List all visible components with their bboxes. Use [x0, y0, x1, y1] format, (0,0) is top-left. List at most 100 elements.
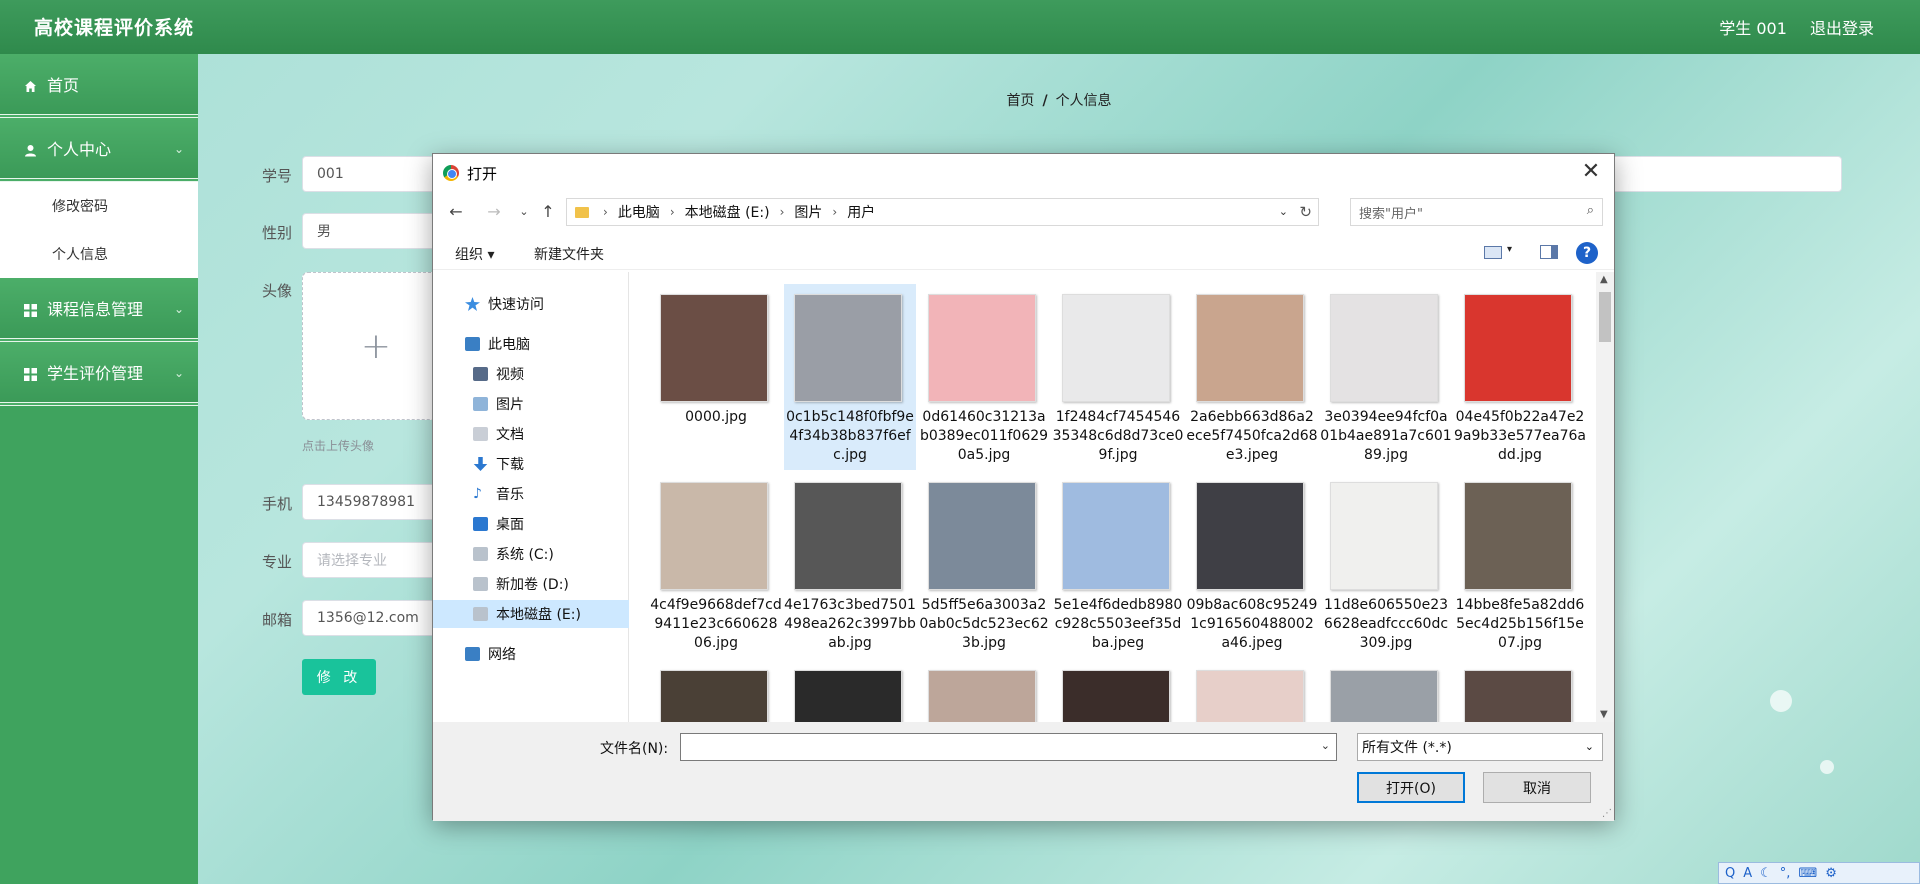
- chevron-down-icon[interactable]: ▾: [1507, 244, 1512, 255]
- file-item[interactable]: 5e1e4f6dedb8980c928c5503eef35dba.jpeg: [1052, 472, 1184, 658]
- recent-dropdown-icon[interactable]: ⌄: [513, 205, 535, 218]
- file-type-select[interactable]: 所有文件 (*.*) ⌄: [1357, 733, 1603, 761]
- nav-videos[interactable]: 视频: [433, 360, 629, 388]
- nav-label: 文档: [496, 427, 524, 443]
- file-grid: 0000.jpg 0c1b5c148f0fbf9e4f34b38b837f6efc…: [631, 272, 1598, 722]
- nav-quick-access[interactable]: 快速访问: [433, 290, 629, 318]
- nav-pictures[interactable]: 图片: [433, 390, 629, 418]
- file-item[interactable]: 4c4f9e9668def7cd9411e23c66062806.jpg: [650, 472, 782, 658]
- search-placeholder: 搜索"用户": [1359, 206, 1423, 222]
- keyboard-icon[interactable]: ⌨: [1798, 866, 1817, 881]
- file-name: 0c1b5c148f0fbf9e4f34b38b837f6efc.jpg: [786, 409, 914, 463]
- nav-drive-c[interactable]: 系统 (C:): [433, 540, 629, 568]
- file-item[interactable]: [784, 660, 916, 722]
- sidebar-item-home[interactable]: 首页: [0, 54, 198, 118]
- file-name-input[interactable]: ⌄: [680, 733, 1337, 761]
- file-item[interactable]: [918, 660, 1050, 722]
- grid-icon: [24, 366, 37, 381]
- chevron-down-icon[interactable]: ⌄: [1279, 205, 1288, 218]
- sidebar-item-course-management[interactable]: 课程信息管理 ⌄: [0, 278, 198, 342]
- logout-link[interactable]: 退出登录: [1810, 19, 1874, 38]
- file-item[interactable]: [1454, 660, 1586, 722]
- file-item[interactable]: 09b8ac608c952491c916560488002a46.jpeg: [1186, 472, 1318, 658]
- sidebar-item-change-password[interactable]: 修改密码: [0, 182, 198, 230]
- resize-grip-icon[interactable]: ⋰: [1602, 808, 1612, 819]
- file-item[interactable]: 1f2484cf745454635348c6d8d73ce09f.jpg: [1052, 284, 1184, 470]
- search-input[interactable]: 搜索"用户" ⌕: [1350, 198, 1603, 226]
- file-item[interactable]: 0d61460c31213ab0389ec011f06290a5.jpg: [918, 284, 1050, 470]
- settings-icon[interactable]: ⚙: [1825, 866, 1837, 881]
- file-name: 3e0394ee94fcf0a01b4ae891a7c60189.jpg: [1320, 409, 1452, 463]
- nav-label: 图片: [496, 397, 524, 413]
- nav-music[interactable]: ♪ 音乐: [433, 480, 629, 508]
- file-item[interactable]: [1186, 660, 1318, 722]
- sidebar-item-label: 首页: [47, 76, 80, 95]
- refresh-icon[interactable]: ↻: [1299, 203, 1312, 221]
- cancel-button[interactable]: 取消: [1483, 772, 1591, 803]
- path-segment[interactable]: 本地磁盘 (E:): [685, 202, 770, 222]
- image-thumbnail: [1464, 670, 1572, 722]
- image-thumbnail: [1464, 482, 1572, 590]
- vertical-scrollbar[interactable]: ▲ ▼: [1596, 272, 1614, 722]
- nav-drive-e[interactable]: 本地磁盘 (E:): [433, 600, 629, 628]
- address-bar[interactable]: › 此电脑 › 本地磁盘 (E:) › 图片 › 用户 ⌄ ↻: [566, 198, 1319, 226]
- help-icon[interactable]: ?: [1576, 242, 1598, 264]
- avatar-uploader[interactable]: +: [302, 272, 450, 420]
- organize-button[interactable]: 组织 ▾: [455, 244, 494, 264]
- close-icon[interactable]: ✕: [1578, 160, 1604, 186]
- file-item[interactable]: 4e1763c3bed7501498ea262c3997bbab.jpg: [784, 472, 916, 658]
- file-item[interactable]: 11d8e606550e236628eadfccc60dc309.jpg: [1320, 472, 1452, 658]
- view-icon[interactable]: [1484, 246, 1502, 259]
- file-name: 0000.jpg: [685, 409, 747, 425]
- file-item[interactable]: 2a6ebb663d86a2ece5f7450fca2d68e3.jpeg: [1186, 284, 1318, 470]
- scroll-up-icon[interactable]: ▲: [1600, 274, 1608, 285]
- file-item[interactable]: [650, 660, 782, 722]
- submit-button[interactable]: 修 改: [302, 659, 376, 695]
- nav-downloads[interactable]: 下载: [433, 450, 629, 478]
- file-item[interactable]: 5d5ff5e6a3003a20ab0c5dc523ec623b.jpg: [918, 472, 1050, 658]
- file-item[interactable]: 3e0394ee94fcf0a01b4ae891a7c60189.jpg: [1320, 284, 1452, 470]
- file-type-value: 所有文件 (*.*): [1362, 740, 1452, 756]
- file-item[interactable]: [1320, 660, 1452, 722]
- back-arrow-icon[interactable]: ←: [445, 202, 467, 221]
- sidebar-item-evaluation-management[interactable]: 学生评价管理 ⌄: [0, 342, 198, 406]
- punctuation-icon[interactable]: °,: [1780, 866, 1791, 881]
- file-item[interactable]: [1052, 660, 1184, 722]
- preview-pane-icon[interactable]: [1540, 245, 1558, 259]
- open-button[interactable]: 打开(O): [1357, 772, 1465, 803]
- sidebar-item-label: 个人中心: [47, 140, 112, 159]
- sidebar-item-personal-center[interactable]: 个人中心 ⌄: [0, 118, 198, 182]
- file-item[interactable]: 04e45f0b22a47e29a9b33e577ea76add.jpg: [1454, 284, 1586, 470]
- sidebar-item-personal-info[interactable]: 个人信息: [0, 230, 198, 278]
- image-thumbnail: [794, 482, 902, 590]
- file-item[interactable]: 0c1b5c148f0fbf9e4f34b38b837f6efc.jpg: [784, 284, 916, 470]
- dialog-toolbar: 组织 ▾ 新建文件夹 ▾ ?: [433, 236, 1614, 270]
- path-segment[interactable]: 此电脑: [618, 202, 660, 222]
- scrollbar-thumb[interactable]: [1599, 292, 1611, 342]
- forward-arrow-icon[interactable]: →: [483, 202, 505, 221]
- moon-icon[interactable]: ☾: [1760, 866, 1772, 881]
- path-segment[interactable]: 用户: [847, 202, 875, 222]
- ime-logo-icon[interactable]: Q: [1725, 866, 1735, 881]
- nav-network[interactable]: 网络: [433, 640, 629, 668]
- path-segment[interactable]: 图片: [794, 202, 822, 222]
- ime-mode-icon[interactable]: A: [1743, 866, 1752, 881]
- dialog-footer: 文件名(N): ⌄ 所有文件 (*.*) ⌄ 打开(O) 取消 ⋰: [433, 722, 1614, 821]
- ime-toolbar[interactable]: Q A ☾ °, ⌨ ⚙: [1718, 862, 1920, 884]
- nav-drive-d[interactable]: 新加卷 (D:): [433, 570, 629, 598]
- student-id-label: 学号: [262, 167, 293, 185]
- scroll-down-icon[interactable]: ▼: [1600, 709, 1608, 720]
- breadcrumb-home[interactable]: 首页: [1006, 93, 1034, 109]
- plus-icon: +: [360, 325, 392, 367]
- nav-documents[interactable]: 文档: [433, 420, 629, 448]
- nav-desktop[interactable]: 桌面: [433, 510, 629, 538]
- chevron-down-icon[interactable]: ⌄: [1321, 739, 1330, 752]
- up-arrow-icon[interactable]: ↑: [537, 202, 559, 221]
- nav-this-pc[interactable]: 此电脑: [433, 330, 629, 358]
- nav-label: 此电脑: [488, 337, 530, 353]
- file-item[interactable]: 0000.jpg: [650, 284, 782, 470]
- file-name: 2a6ebb663d86a2ece5f7450fca2d68e3.jpeg: [1186, 409, 1318, 463]
- new-folder-button[interactable]: 新建文件夹: [534, 244, 604, 264]
- file-name: 1f2484cf745454635348c6d8d73ce09f.jpg: [1052, 409, 1184, 463]
- file-item[interactable]: 14bbe8fe5a82dd65ec4d25b156f15e07.jpg: [1454, 472, 1586, 658]
